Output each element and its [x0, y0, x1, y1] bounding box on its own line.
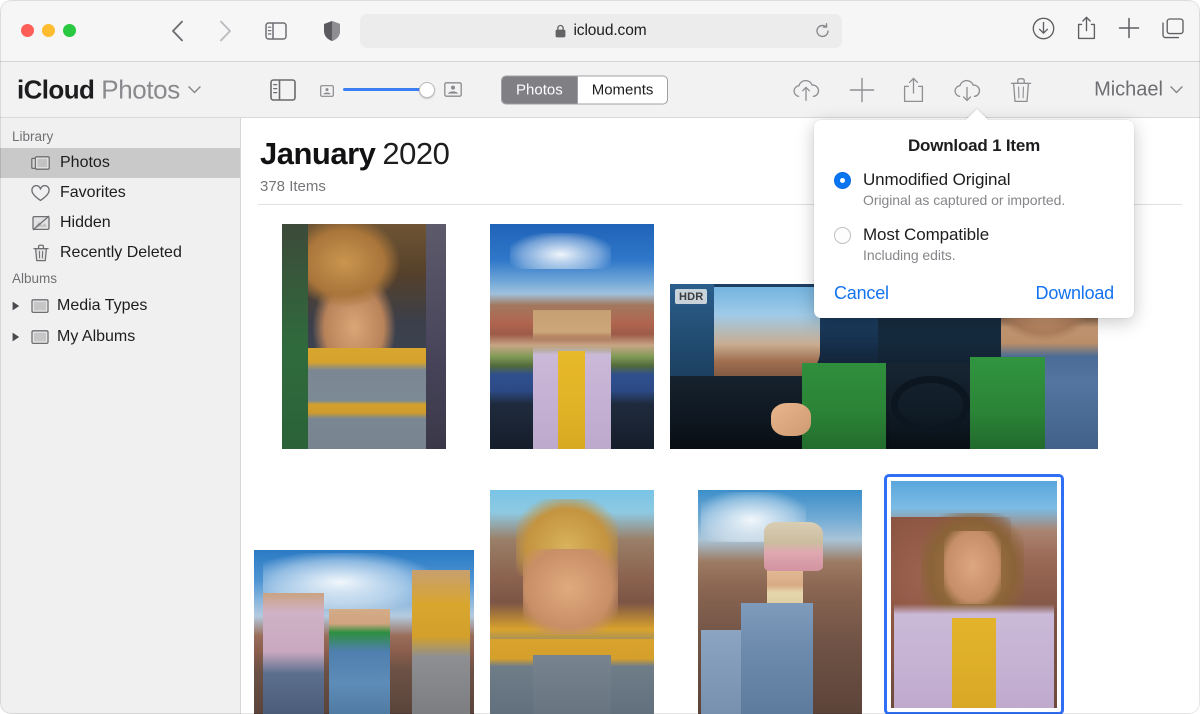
photo-thumbnail[interactable] — [490, 490, 654, 714]
photos-toolbar-actions — [791, 77, 1032, 103]
close-window-button[interactable] — [21, 24, 34, 37]
folder-icon — [29, 295, 50, 316]
zoom-window-button[interactable] — [63, 24, 76, 37]
photo-thumbnail[interactable] — [698, 490, 862, 714]
large-thumbnail-icon — [444, 82, 462, 97]
photo-thumbnail[interactable] — [254, 550, 474, 714]
brand-photos: Photos — [101, 74, 180, 105]
lock-icon — [555, 24, 566, 38]
photo-thumbnail[interactable] — [490, 224, 654, 449]
hdr-badge: HDR — [675, 289, 707, 304]
sidebar-icon[interactable] — [262, 18, 290, 44]
photo-cell — [676, 490, 884, 714]
small-thumbnail-icon — [320, 84, 334, 96]
share-icon[interactable] — [903, 77, 924, 103]
sidebar-item-label: My Albums — [57, 328, 135, 346]
photo-cell — [884, 474, 1092, 714]
photo-cell — [468, 490, 676, 714]
segment-photos[interactable]: Photos — [502, 76, 578, 103]
download-cloud-icon[interactable] — [952, 78, 982, 102]
photos-icon — [30, 153, 51, 174]
chevron-down-icon[interactable] — [188, 85, 201, 94]
photo-cell — [468, 224, 676, 449]
brand-icloud: iCloud — [17, 74, 94, 105]
popover-title: Download 1 Item — [834, 136, 1114, 156]
shield-icon[interactable] — [318, 17, 346, 45]
sidebar-section-library: Library — [0, 126, 240, 148]
sidebar-item-label: Media Types — [57, 297, 147, 315]
sidebar-item-recently-deleted[interactable]: Recently Deleted — [0, 238, 240, 268]
sidebar-toggle-button[interactable] — [270, 79, 296, 101]
photo-thumbnail[interactable] — [282, 224, 446, 449]
photo-cell — [260, 224, 468, 449]
segment-moments[interactable]: Moments — [578, 76, 668, 103]
traffic-lights — [21, 24, 76, 37]
app-brand[interactable]: iCloud Photos — [17, 74, 201, 105]
slider-track[interactable] — [343, 81, 435, 99]
upload-cloud-icon[interactable] — [791, 78, 821, 102]
photo-thumbnail-selected[interactable] — [884, 474, 1064, 714]
radio-unmodified-original[interactable] — [834, 172, 851, 189]
sidebar-item-media-types[interactable]: Media Types — [0, 290, 240, 321]
browser-window: icloud.com — [0, 0, 1200, 714]
slider-thumb[interactable] — [419, 82, 435, 98]
new-tab-icon[interactable] — [1118, 17, 1140, 39]
trash-icon — [30, 243, 51, 264]
cancel-button[interactable]: Cancel — [834, 283, 889, 304]
hidden-icon — [30, 213, 51, 234]
sidebar-item-photos[interactable]: Photos — [0, 148, 240, 178]
thumbnail-size-slider[interactable] — [320, 81, 462, 99]
popover-arrow — [965, 109, 989, 121]
photo-row — [260, 485, 1182, 714]
address-bar[interactable]: icloud.com — [360, 14, 842, 48]
view-mode-segmented-control[interactable]: Photos Moments — [501, 75, 668, 104]
option-description: Including edits. — [863, 247, 1114, 263]
add-icon[interactable] — [849, 77, 875, 103]
folder-icon — [29, 326, 50, 347]
sidebar: Library Photos Favorites — [0, 118, 241, 714]
chevron-left-icon[interactable] — [164, 17, 190, 45]
option-label: Unmodified Original — [863, 170, 1010, 190]
trash-icon[interactable] — [1010, 77, 1032, 103]
popover-actions: Cancel Download — [834, 283, 1114, 304]
address-url: icloud.com — [573, 22, 646, 40]
share-icon[interactable] — [1077, 16, 1096, 40]
photo-cell — [260, 550, 468, 714]
download-button[interactable]: Download — [1036, 283, 1114, 304]
account-menu[interactable]: Michael — [1094, 78, 1183, 101]
download-icon[interactable] — [1032, 17, 1055, 40]
download-option-unmodified[interactable]: Unmodified Original Original as captured… — [834, 170, 1114, 208]
sidebar-item-my-albums[interactable]: My Albums — [0, 321, 240, 352]
disclosure-triangle-icon[interactable] — [10, 332, 22, 342]
download-popover: Download 1 Item Unmodified Original Orig… — [814, 120, 1134, 318]
chevron-down-icon[interactable] — [1170, 85, 1183, 94]
sidebar-item-label: Favorites — [60, 184, 126, 202]
heart-icon — [30, 183, 51, 204]
radio-most-compatible[interactable] — [834, 227, 851, 244]
app-toolbar: iCloud Photos — [0, 62, 1200, 118]
title-year: 2020 — [382, 136, 449, 171]
sidebar-item-favorites[interactable]: Favorites — [0, 178, 240, 208]
sidebar-item-label: Hidden — [60, 214, 111, 232]
option-description: Original as captured or imported. — [863, 192, 1114, 208]
browser-toolbar-actions — [1032, 16, 1184, 40]
chevron-right-icon[interactable] — [212, 17, 238, 45]
sidebar-item-label: Recently Deleted — [60, 244, 182, 262]
disclosure-triangle-icon[interactable] — [10, 301, 22, 311]
browser-chrome: icloud.com — [0, 0, 1200, 62]
option-label: Most Compatible — [863, 225, 989, 245]
reload-icon[interactable] — [815, 23, 830, 39]
title-month: January — [260, 136, 375, 171]
minimize-window-button[interactable] — [42, 24, 55, 37]
download-option-compatible[interactable]: Most Compatible Including edits. — [834, 225, 1114, 263]
tab-overview-icon[interactable] — [1162, 18, 1184, 39]
sidebar-item-label: Photos — [60, 154, 110, 172]
sidebar-item-hidden[interactable]: Hidden — [0, 208, 240, 238]
sidebar-section-albums: Albums — [0, 268, 240, 290]
account-name: Michael — [1094, 78, 1163, 101]
